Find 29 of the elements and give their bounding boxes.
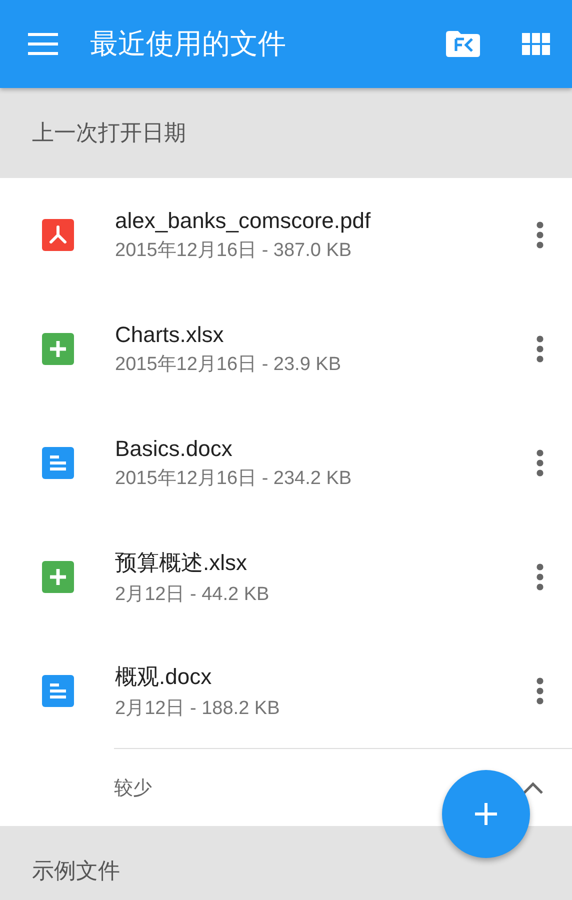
file-details: 2月12日 - 188.2 KB [115,696,281,720]
document-file-icon [42,675,74,707]
file-row[interactable]: alex_banks_comscore.pdf 2015年12月16日 - 387.0 KB [0,178,572,292]
chevron-icon[interactable] [522,780,544,794]
file-row[interactable]: Charts.xlsx 2015年12月16日 - 23.9 KB [0,292,572,406]
file-details: 2015年12月16日 - 387.0 KB [115,238,353,262]
menu-icon[interactable] [28,33,58,55]
section-title: 上一次打开日期 [32,119,186,147]
file-name: Basics.docx [115,436,234,462]
file-name: 预算概述.xlsx [115,548,248,576]
file-row[interactable]: 概观.docx 2月12日 - 188.2 KB [0,634,572,748]
file-details: 2015年12月16日 - 234.2 KB [115,466,353,490]
file-name: Charts.xlsx [115,322,225,348]
spreadsheet-file-icon [42,561,74,593]
spreadsheet-file-icon [42,333,74,365]
file-details: 2015年12月16日 - 23.9 KB [115,352,342,376]
file-row[interactable]: 预算概述.xlsx 2月12日 - 44.2 KB [0,520,572,634]
section-title: 示例文件 [32,857,120,885]
pdf-file-icon [42,219,74,251]
screen-title: 最近使用的文件 [90,27,287,61]
file-name: alex_banks_comscore.pdf [115,208,372,234]
folder-icon[interactable] [446,31,480,57]
document-file-icon [42,447,74,479]
file-details: 2月12日 - 44.2 KB [115,582,270,606]
grid-view-icon[interactable] [522,33,550,55]
file-name: 概观.docx [115,662,213,690]
plus-icon [473,801,499,827]
show-less-link[interactable]: 较少 [114,774,152,800]
file-row[interactable]: Basics.docx 2015年12月16日 - 234.2 KB [0,406,572,520]
